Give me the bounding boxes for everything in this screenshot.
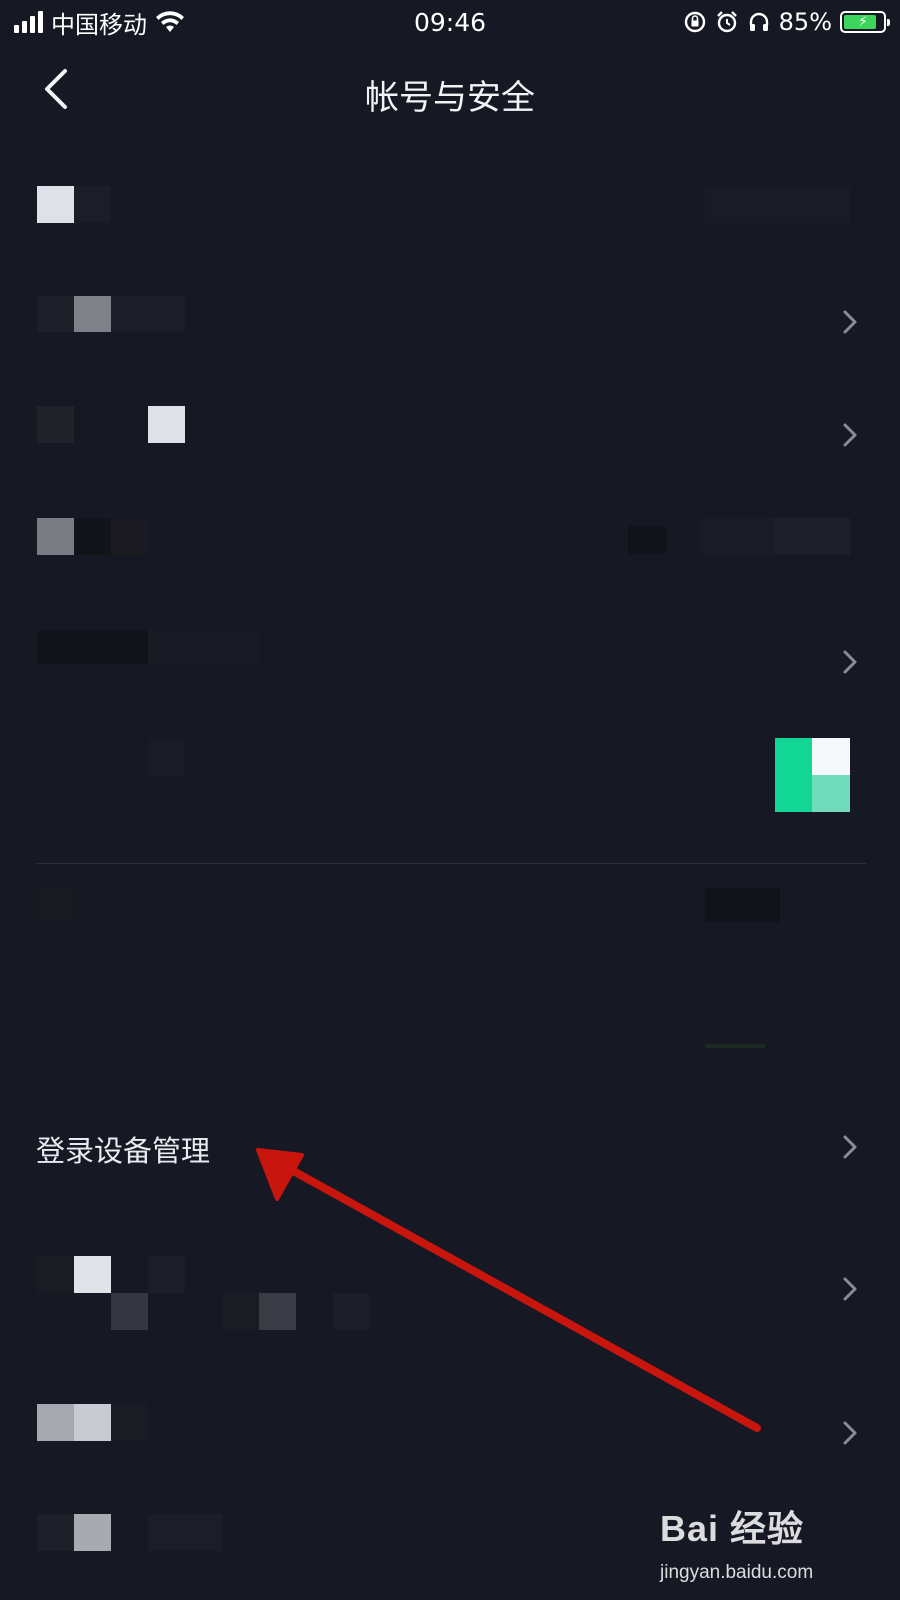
charging-bolt-icon: ⚡ bbox=[858, 14, 868, 30]
settings-row[interactable] bbox=[0, 980, 900, 1080]
settings-row[interactable] bbox=[0, 868, 900, 968]
battery-percent: 85% bbox=[778, 8, 832, 36]
obscured-text bbox=[148, 1514, 222, 1551]
obscured-value bbox=[705, 1044, 765, 1048]
obscured-value bbox=[705, 186, 850, 223]
battery-icon: ⚡ bbox=[840, 11, 890, 33]
obscured-text bbox=[37, 1514, 74, 1551]
chevron-right-icon bbox=[843, 650, 857, 674]
settings-row[interactable] bbox=[0, 612, 900, 712]
obscured-text bbox=[74, 186, 111, 223]
obscured-text bbox=[148, 630, 259, 664]
settings-row-login-device-management[interactable]: 登录设备管理 bbox=[0, 1096, 900, 1196]
toggle-track bbox=[775, 738, 812, 812]
obscured-text bbox=[37, 406, 74, 443]
settings-row[interactable] bbox=[0, 498, 900, 598]
obscured-text bbox=[37, 296, 74, 332]
obscured-text bbox=[37, 1404, 74, 1441]
obscured-text bbox=[37, 630, 148, 664]
obscured-text bbox=[37, 1256, 74, 1293]
obscured-text bbox=[74, 1404, 111, 1441]
signal-icon bbox=[14, 11, 43, 33]
settings-row[interactable] bbox=[0, 1500, 900, 1600]
obscured-text bbox=[333, 1293, 370, 1330]
obscured-text bbox=[37, 518, 74, 555]
settings-row-label: 登录设备管理 bbox=[36, 1134, 211, 1168]
status-bar: 中国移动 09:46 85% ⚡ bbox=[0, 0, 900, 44]
section-divider bbox=[36, 863, 866, 864]
obscured-value bbox=[628, 526, 666, 554]
obscured-value bbox=[700, 518, 775, 555]
obscured-text bbox=[111, 296, 185, 332]
back-button[interactable] bbox=[30, 64, 80, 114]
page-title: 帐号与安全 bbox=[365, 78, 535, 118]
navigation-bar: 帐号与安全 bbox=[0, 50, 900, 134]
obscured-text bbox=[148, 1256, 185, 1293]
obscured-text bbox=[259, 1293, 296, 1330]
rotation-lock-icon bbox=[684, 11, 705, 33]
obscured-text bbox=[111, 1404, 148, 1441]
obscured-text bbox=[74, 1514, 111, 1551]
obscured-text bbox=[111, 518, 148, 555]
obscured-value bbox=[775, 518, 850, 555]
chevron-right-icon bbox=[843, 1421, 857, 1445]
settings-row[interactable] bbox=[0, 386, 900, 486]
carrier-label: 中国移动 bbox=[51, 10, 147, 39]
obscured-text bbox=[37, 186, 74, 223]
settings-row[interactable] bbox=[0, 160, 900, 260]
toggle-switch[interactable] bbox=[775, 738, 850, 812]
toggle-knob bbox=[812, 738, 850, 775]
chevron-right-icon bbox=[843, 310, 857, 334]
settings-row[interactable] bbox=[0, 272, 900, 372]
obscured-text bbox=[74, 518, 111, 555]
toggle-track bbox=[812, 775, 850, 812]
settings-row[interactable] bbox=[0, 722, 900, 822]
obscured-text bbox=[222, 1293, 259, 1330]
obscured-text bbox=[74, 296, 111, 332]
obscured-text bbox=[148, 740, 185, 777]
obscured-text bbox=[37, 888, 74, 922]
settings-row[interactable] bbox=[0, 1240, 900, 1340]
obscured-text bbox=[111, 1293, 148, 1330]
chevron-right-icon bbox=[843, 1135, 857, 1159]
obscured-value bbox=[705, 888, 780, 922]
status-bar-right: 85% ⚡ bbox=[683, 8, 890, 36]
obscured-text bbox=[74, 1256, 111, 1293]
settings-row[interactable] bbox=[0, 1386, 900, 1486]
chevron-right-icon bbox=[843, 423, 857, 447]
chevron-right-icon bbox=[843, 1277, 857, 1301]
alarm-icon bbox=[716, 11, 737, 33]
headphones-icon bbox=[749, 12, 768, 31]
status-bar-left: 中国移动 bbox=[14, 5, 185, 40]
chevron-left-icon bbox=[45, 69, 67, 109]
wifi-icon bbox=[156, 11, 184, 32]
obscured-text bbox=[148, 406, 185, 443]
